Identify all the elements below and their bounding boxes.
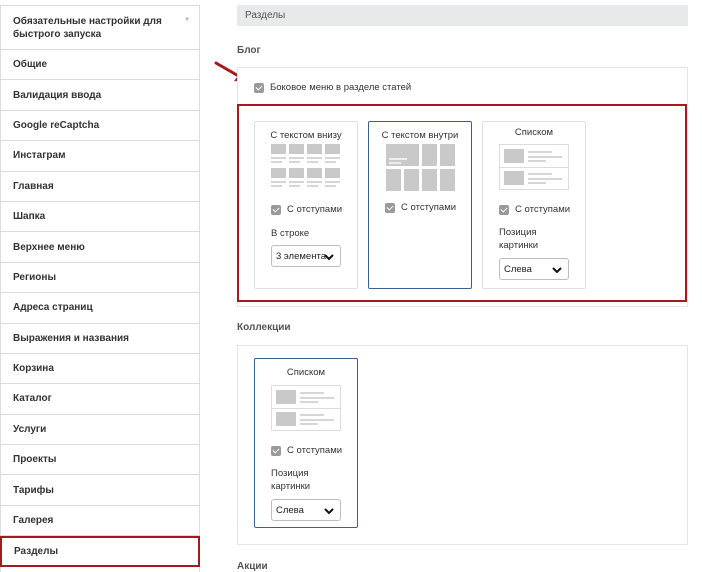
- sidebar-item-recaptcha[interactable]: Google reCaptcha: [1, 111, 199, 142]
- required-star-icon: *: [185, 16, 189, 27]
- image-position-select[interactable]: Слева: [499, 258, 569, 280]
- blog-title: Блог: [237, 45, 261, 56]
- sidebar-item-home[interactable]: Главная: [1, 172, 199, 202]
- preview-grid-icon: [271, 144, 343, 192]
- sidebar-item-label: Регионы: [13, 271, 56, 283]
- side-menu-label: Боковое меню в разделе статей: [270, 82, 412, 93]
- checkbox-icon[interactable]: [271, 204, 281, 215]
- preview-list-icon: [499, 144, 569, 190]
- sidebar-item-services[interactable]: Услуги: [1, 415, 199, 446]
- sidebar-item-label: Каталог: [13, 393, 52, 405]
- padding-checkbox-row[interactable]: С отступами: [271, 445, 342, 456]
- sidebar-item-label: Тарифы: [13, 484, 54, 496]
- select-value: Слева: [504, 263, 532, 275]
- sidebar-item-instagram[interactable]: Инстаграм: [1, 141, 199, 172]
- chevron-down-icon: [324, 254, 334, 261]
- chevron-down-icon: [324, 508, 334, 515]
- section-header: Разделы: [237, 5, 688, 26]
- sidebar-item-label: Главная: [13, 180, 54, 192]
- sidebar-item-gallery[interactable]: Галерея: [1, 506, 199, 537]
- checkbox-icon[interactable]: [271, 445, 281, 456]
- sidebar-item-label: Выражения и названия: [13, 332, 129, 344]
- sidebar-item-label: Адреса страниц: [13, 302, 93, 314]
- sidebar-item-label: Шапка: [13, 211, 46, 223]
- checkbox-icon[interactable]: [254, 82, 264, 93]
- padding-checkbox-row[interactable]: С отступами: [271, 204, 342, 215]
- padding-checkbox-row[interactable]: С отступами: [499, 204, 570, 215]
- image-position-label: Позиция картинки: [271, 468, 311, 492]
- checkbox-label: С отступами: [287, 204, 343, 215]
- card-title: С текстом внутри: [381, 130, 459, 141]
- preview-tiles-icon: [386, 144, 456, 192]
- checkbox-icon[interactable]: [385, 202, 395, 213]
- sidebar-item-cart[interactable]: Корзина: [1, 354, 199, 385]
- select-value: Слева: [276, 504, 304, 516]
- sidebar-item-quick-start[interactable]: Обязательные настройки для быстрого запу…: [1, 6, 199, 50]
- checkbox-label: С отступами: [515, 204, 571, 215]
- sidebar-item-projects[interactable]: Проекты: [1, 445, 199, 476]
- sidebar-item-label: Валидация ввода: [13, 89, 102, 101]
- sidebar-item-label: Верхнее меню: [13, 241, 85, 253]
- sidebar-item-label: Услуги: [13, 423, 47, 435]
- sidebar-item-page-addresses[interactable]: Адреса страниц: [1, 293, 199, 324]
- sidebar-item-input-validation[interactable]: Валидация ввода: [1, 80, 199, 111]
- sidebar-item-regions[interactable]: Регионы: [1, 263, 199, 294]
- section-title: Разделы: [245, 10, 286, 21]
- promos-title: Акции: [237, 561, 268, 572]
- card-title: С текстом внизу: [270, 130, 342, 141]
- padding-checkbox-row[interactable]: С отступами: [385, 202, 456, 213]
- checkbox-label: С отступами: [401, 202, 457, 213]
- sidebar-item-catalog[interactable]: Каталог: [1, 384, 199, 415]
- layout-card-text-below[interactable]: С текстом внизу С отступами В строке 3 э…: [254, 121, 358, 289]
- sidebar-item-label: Галерея: [13, 515, 54, 527]
- sidebar-item-label: Google reCaptcha: [13, 119, 100, 131]
- sidebar-item-label: Общие: [13, 59, 48, 71]
- preview-list-icon: [271, 385, 341, 431]
- side-menu-checkbox-row[interactable]: Боковое меню в разделе статей: [254, 82, 411, 93]
- checkbox-icon[interactable]: [499, 204, 509, 215]
- settings-sidebar: Обязательные настройки для быстрого запу…: [0, 5, 200, 572]
- sidebar-item-label: Обязательные настройки для быстрого запу…: [13, 15, 162, 40]
- sidebar-item-label: Проекты: [13, 454, 57, 466]
- sidebar-item-top-menu[interactable]: Верхнее меню: [1, 232, 199, 263]
- sidebar-item-label: Инстаграм: [13, 150, 66, 162]
- sidebar-item-label: Корзина: [13, 363, 54, 375]
- layout-card-list[interactable]: Списком С отступами Позиция картинки Сле…: [482, 121, 586, 289]
- sidebar-item-label: Разделы: [14, 545, 58, 557]
- card-title: Списком: [286, 367, 326, 378]
- image-position-label: Позиция картинки: [499, 227, 539, 251]
- image-position-select[interactable]: Слева: [271, 499, 341, 521]
- sidebar-item-header[interactable]: Шапка: [1, 202, 199, 233]
- collections-card-list[interactable]: Списком С отступами Позиция картинки Сле…: [254, 358, 358, 528]
- chevron-down-icon: [552, 267, 562, 274]
- checkbox-label: С отступами: [287, 445, 343, 456]
- per-row-label: В строке: [271, 228, 310, 239]
- sidebar-item-phrases[interactable]: Выражения и названия: [1, 324, 199, 354]
- sidebar-item-sections[interactable]: Разделы: [0, 536, 200, 567]
- sidebar-item-tariffs[interactable]: Тарифы: [1, 475, 199, 506]
- collections-title: Коллекции: [237, 322, 291, 333]
- card-title: Списком: [514, 127, 554, 138]
- sidebar-item-general[interactable]: Общие: [1, 50, 199, 81]
- per-row-select[interactable]: 3 элемента: [271, 245, 341, 267]
- select-value: 3 элемента: [276, 250, 326, 262]
- layout-card-text-inside[interactable]: С текстом внутри С отступами: [368, 121, 472, 289]
